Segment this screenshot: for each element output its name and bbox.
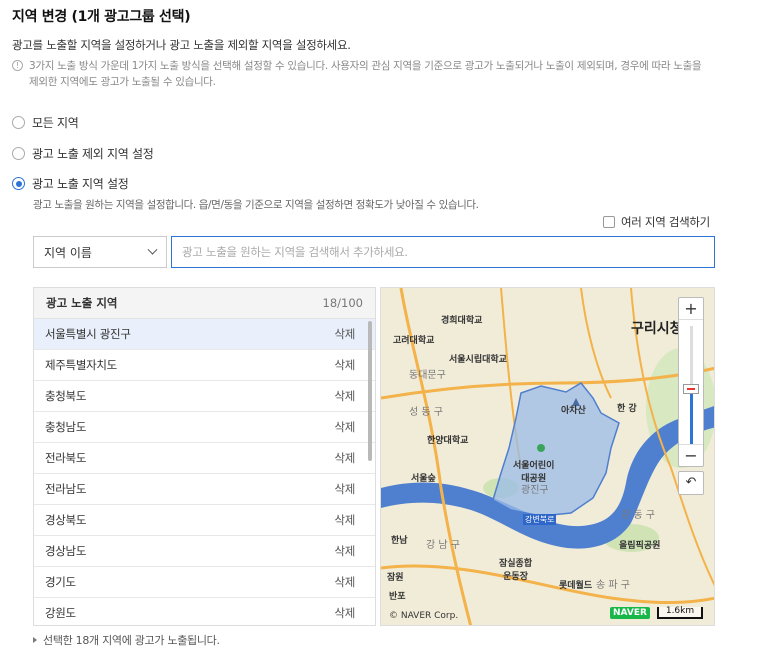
map-label-seongdong: 성 동 구 — [409, 407, 443, 418]
map-label-gangbyeon: 강변북로 — [523, 514, 557, 525]
radio-include-regions[interactable]: 광고 노출 지역 설정 — [12, 175, 129, 192]
map-label-uos: 서울시립대학교 — [449, 355, 507, 365]
map-label-seoulsup: 서울숲 — [411, 474, 436, 484]
region-row[interactable]: 충청남도 삭제 — [34, 412, 375, 443]
delete-region-button[interactable]: 삭제 — [334, 512, 355, 528]
delete-region-button[interactable]: 삭제 — [334, 543, 355, 559]
map-label-hangang: 한 강 — [617, 404, 637, 414]
region-map[interactable]: 구리시청 한 강 아차산 서울어린이 대공원 광진구 성 동 구 동대문구 강 … — [380, 287, 715, 626]
map-label-olympic: 올림픽공원 — [619, 541, 661, 551]
zoom-control: + − — [678, 297, 704, 467]
zoom-out-button[interactable]: − — [679, 444, 703, 466]
footer-text: 선택한 18개 지역에 광고가 노출됩니다. — [43, 634, 220, 647]
map-label-gangnam: 강 남 구 — [426, 540, 460, 551]
map-label-jamsil: 잠실종합 운동장 — [499, 559, 533, 582]
multi-search-checkbox[interactable]: 여러 지역 검색하기 — [603, 214, 710, 230]
region-count: 18/100 — [322, 296, 363, 310]
info-note: ! 3가지 노출 방식 가운데 1가지 노출 방식을 선택해 설정할 수 있습니… — [12, 58, 712, 90]
region-row[interactable]: 서울특별시 광진구 삭제 — [34, 319, 375, 350]
option-description: 광고 노출을 원하는 지역을 설정합니다. 읍/면/동을 기준으로 지역을 설정… — [33, 199, 479, 211]
undo-icon[interactable]: ↶ — [678, 471, 704, 495]
map-copyright: © NAVER Corp. — [389, 611, 459, 621]
map-label-songpa: 송 파 구 — [596, 580, 630, 591]
region-row[interactable]: 경상남도 삭제 — [34, 536, 375, 567]
list-scrollbar[interactable] — [368, 321, 372, 461]
zoom-in-button[interactable]: + — [679, 298, 703, 320]
region-row[interactable]: 경기도 삭제 — [34, 567, 375, 598]
map-label-dongdaemun: 동대문구 — [409, 370, 446, 381]
map-label-hannam: 한남 — [391, 536, 408, 546]
region-row[interactable]: 충청북도 삭제 — [34, 381, 375, 412]
map-label-lotte: 롯데월드 — [559, 581, 593, 591]
region-row[interactable]: 경상북도 삭제 — [34, 505, 375, 536]
zoom-slider-handle[interactable] — [683, 384, 699, 394]
region-row[interactable]: 제주특별자치도 삭제 — [34, 350, 375, 381]
map-label-gangdong: 강 동 구 — [621, 510, 655, 521]
bullet-icon — [33, 637, 37, 643]
map-label-korea-univ: 고려대학교 — [393, 336, 435, 346]
radio-label: 광고 노출 지역 설정 — [32, 177, 129, 191]
zoom-level-fill — [690, 390, 693, 444]
radio-all-regions[interactable]: 모든 지역 — [12, 114, 79, 131]
page-description: 광고를 노출할 지역을 설정하거나 광고 노출을 제외할 지역을 설정하세요. — [12, 38, 351, 52]
delete-region-button[interactable]: 삭제 — [334, 574, 355, 590]
footer-note: 선택한 18개 지역에 광고가 노출됩니다. — [33, 632, 220, 648]
region-name: 강원도 — [45, 606, 76, 620]
map-label-gwangjin: 광진구 — [521, 485, 549, 496]
radio-label: 모든 지역 — [32, 116, 79, 130]
map-scale: 1.6km — [657, 607, 703, 619]
region-list: 광고 노출 지역 18/100 서울특별시 광진구 삭제 제주특별자치도 삭제 충청북도… — [33, 287, 376, 626]
radio-exclude-regions[interactable]: 광고 노출 제외 지역 설정 — [12, 145, 154, 162]
region-name: 전라남도 — [45, 482, 87, 496]
region-search-input[interactable] — [171, 236, 715, 268]
region-name: 경상남도 — [45, 544, 87, 558]
delete-region-button[interactable]: 삭제 — [334, 481, 355, 497]
radio-label: 광고 노출 제외 지역 설정 — [32, 147, 154, 161]
region-name: 제주특별자치도 — [45, 358, 117, 372]
checkbox-label: 여러 지역 검색하기 — [621, 215, 710, 229]
delete-region-button[interactable]: 삭제 — [334, 605, 355, 621]
region-name: 경기도 — [45, 575, 76, 589]
region-name: 충청북도 — [45, 389, 87, 403]
region-name: 서울특별시 광진구 — [45, 327, 131, 341]
naver-logo: NAVER — [610, 607, 650, 619]
search-type-select[interactable]: 지역 이름 — [33, 236, 167, 268]
map-label-banpo: 반포 — [389, 592, 406, 602]
radio-circle[interactable] — [12, 147, 25, 160]
info-note-text: 3가지 노출 방식 가운데 1가지 노출 방식을 선택해 설정할 수 있습니다.… — [29, 60, 702, 88]
region-row[interactable]: 전라북도 삭제 — [34, 443, 375, 474]
page-title: 지역 변경 (1개 광고그룹 선택) — [12, 9, 191, 25]
radio-circle[interactable] — [12, 116, 25, 129]
delete-region-button[interactable]: 삭제 — [334, 450, 355, 466]
info-icon: ! — [12, 60, 23, 71]
radio-circle-selected[interactable] — [12, 177, 25, 190]
region-list-title: 광고 노출 지역 — [46, 296, 118, 310]
region-name: 충청남도 — [45, 420, 87, 434]
region-name: 경상북도 — [45, 513, 87, 527]
map-label-guri: 구리시청 — [631, 321, 683, 337]
checkbox-box[interactable] — [603, 216, 615, 228]
region-row[interactable]: 강원도 삭제 — [34, 598, 375, 625]
region-name: 전라북도 — [45, 451, 87, 465]
delete-region-button[interactable]: 삭제 — [334, 419, 355, 435]
region-row[interactable]: 전라남도 삭제 — [34, 474, 375, 505]
delete-region-button[interactable]: 삭제 — [334, 388, 355, 404]
map-label-hanyang: 한양대학교 — [427, 436, 469, 446]
delete-region-button[interactable]: 삭제 — [334, 357, 355, 373]
map-label-jamwon: 잠원 — [387, 573, 404, 583]
delete-region-button[interactable]: 삭제 — [334, 326, 355, 342]
map-label-kyunghee: 경희대학교 — [441, 316, 483, 326]
map-label-achasan: 아차산 — [561, 406, 586, 416]
select-value: 지역 이름 — [44, 245, 92, 260]
region-list-header: 광고 노출 지역 18/100 — [34, 288, 375, 319]
chevron-down-icon — [147, 244, 158, 255]
